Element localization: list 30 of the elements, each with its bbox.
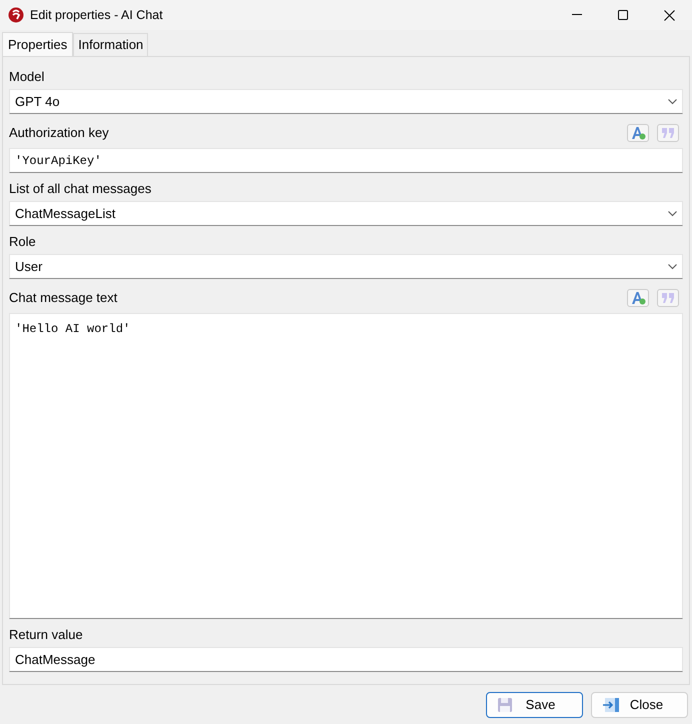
- dropdown[interactable]: GPT 4o: [9, 89, 683, 114]
- dropdown-caret-icon: [668, 98, 677, 104]
- dropdown[interactable]: User: [9, 254, 683, 279]
- field-label: List of all chat messages: [9, 180, 152, 198]
- letter-a-icon: [630, 126, 646, 140]
- window-title: Edit properties - AI Chat: [30, 6, 163, 24]
- dropdown[interactable]: ChatMessageList: [9, 201, 683, 226]
- dropdown-caret-icon: [668, 264, 677, 270]
- text-field[interactable]: 'YourApiKey': [9, 148, 683, 173]
- tab[interactable]: Information: [73, 33, 148, 56]
- field-label: Chat message text: [9, 289, 118, 308]
- quote-icon: [661, 292, 675, 304]
- field-label: Model: [9, 68, 44, 86]
- text-expression-button[interactable]: [627, 289, 649, 307]
- field-label: Authorization key: [9, 124, 109, 142]
- text-area[interactable]: 'Hello AI world': [9, 313, 683, 619]
- text-field[interactable]: ChatMessage: [9, 647, 683, 672]
- field-label: Return value: [9, 626, 83, 644]
- save-button[interactable]: Save: [486, 692, 583, 718]
- minimize-icon: [572, 14, 582, 16]
- close-button[interactable]: Close: [591, 692, 688, 718]
- maximize-icon: [618, 10, 628, 20]
- field-label: Role: [9, 233, 36, 252]
- dropdown-caret-icon: [668, 210, 677, 216]
- app-logo-icon: [8, 7, 24, 23]
- quote-icon: [661, 127, 675, 139]
- tab[interactable]: Properties: [2, 32, 74, 56]
- letter-a-icon: [630, 291, 646, 305]
- text-expression-button[interactable]: [627, 124, 649, 142]
- close-icon: [664, 10, 674, 20]
